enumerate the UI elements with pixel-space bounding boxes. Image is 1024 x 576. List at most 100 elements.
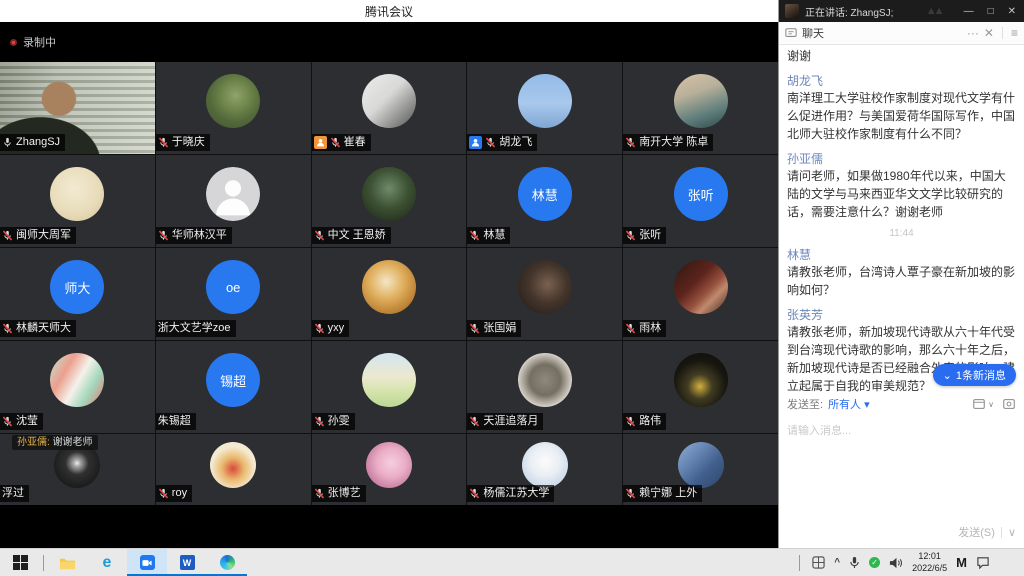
participant-tile[interactable]: 崔春 — [312, 62, 467, 154]
participant-name: 胡龙飞 — [499, 135, 532, 150]
taskbar: e W ^ ✓ 12:01 2022/6/5 M — [0, 548, 1024, 576]
chat-close-button[interactable]: ✕ — [984, 27, 994, 39]
chat-popout-button[interactable]: ∨ — [972, 397, 994, 411]
message-timestamp: 11:44 — [787, 228, 1016, 239]
chat-input-area[interactable]: 请输入消息... 发送(S) ∨ — [779, 416, 1024, 548]
start-button[interactable] — [0, 549, 40, 576]
taskbar-clock[interactable]: 12:01 2022/6/5 — [912, 551, 947, 574]
close-window-button[interactable]: ✕ — [1008, 6, 1016, 17]
taskbar-word[interactable]: W — [167, 549, 207, 576]
chat-menu-button[interactable]: ≡ — [1011, 27, 1018, 39]
participant-name-label: 南开大学 陈卓 — [623, 134, 713, 151]
meeting-title: 腾讯会议 — [365, 3, 413, 20]
ime-grid-icon[interactable] — [812, 556, 825, 569]
taskbar-ie-edge-legacy[interactable]: e — [87, 549, 127, 576]
participant-tile[interactable]: 胡龙飞 — [467, 62, 622, 154]
participant-name: 南开大学 陈卓 — [639, 135, 708, 150]
participant-name-label: 于晓庆 — [156, 134, 210, 151]
participant-name-label: 雨林 — [623, 320, 666, 337]
participant-tile[interactable]: 师大 林麟天师大 — [0, 248, 155, 340]
avatar — [50, 167, 104, 221]
participant-tile[interactable]: 华师林汉平 — [156, 155, 311, 247]
participant-tile[interactable]: 孙亚儒: 谢谢老师浮过 — [0, 434, 155, 505]
mic-muted-icon — [330, 137, 341, 148]
ime-indicator[interactable]: M — [956, 555, 967, 570]
mic-muted-icon — [2, 416, 13, 427]
taskbar-edge[interactable] — [207, 549, 247, 576]
participant-tile[interactable]: 张博艺 — [312, 434, 467, 505]
chat-more-button[interactable]: ··· — [967, 27, 979, 39]
participant-tile[interactable]: 闽师大周军 — [0, 155, 155, 247]
bullet-chat-overlay: 孙亚儒: 谢谢老师 — [12, 435, 98, 450]
taskbar-file-explorer[interactable] — [47, 549, 87, 576]
maximize-button[interactable]: □ — [988, 6, 994, 17]
send-to-selector[interactable]: 所有人 ▾ — [828, 396, 870, 412]
participant-tile[interactable]: 锡超朱锡超 — [156, 341, 311, 433]
message-sender: 林慧 — [787, 246, 1016, 263]
blue-person-badge — [469, 136, 482, 149]
taskbar-tencent-meeting[interactable] — [127, 549, 167, 576]
participant-name-label: 沈莹 — [0, 413, 43, 430]
person-icon — [471, 138, 480, 147]
participant-tile[interactable]: 赖宁娜 上外 — [623, 434, 778, 505]
participant-name-label: 赖宁娜 上外 — [623, 485, 702, 502]
send-to-label: 发送至: — [787, 396, 823, 412]
avatar — [50, 353, 104, 407]
participant-tile[interactable]: 沈莹 — [0, 341, 155, 433]
participant-tile[interactable]: ZhangSJ — [0, 62, 155, 154]
participant-tile[interactable]: 张国娟 — [467, 248, 622, 340]
participant-name-label: 胡龙飞 — [467, 134, 537, 151]
participant-name-label: 孙雯 — [312, 413, 355, 430]
screenshot-icon[interactable] — [1002, 397, 1016, 411]
new-message-pill[interactable]: ⌄ 1条新消息 — [933, 364, 1016, 386]
avatar — [674, 353, 728, 407]
send-options-caret-icon[interactable]: ∨ — [1008, 526, 1016, 539]
caret-down-icon: ▾ — [864, 399, 870, 411]
participant-tile[interactable]: yxy — [312, 248, 467, 340]
mic-muted-icon — [625, 230, 636, 241]
caret-down-icon: ∨ — [988, 400, 994, 409]
participant-tile[interactable]: 天涯追落月 — [467, 341, 622, 433]
participant-name-label: 张听 — [623, 227, 666, 244]
participant-name: 中文 王恩娇 — [328, 228, 386, 243]
volume-tray-icon[interactable] — [889, 557, 903, 569]
speaking-banner: 正在讲话: ZhangSJ; — [805, 4, 893, 19]
mic-muted-icon — [314, 230, 325, 241]
participant-tile[interactable]: roy — [156, 434, 311, 505]
chat-message-list[interactable]: 谢谢胡龙飞南洋理工大学驻校作家制度对现代文学有什么促进作用？与美国爱荷华国际写作… — [779, 45, 1024, 392]
participant-tile[interactable]: 杨儒江苏大学 — [467, 434, 622, 505]
participant-name-label: 林慧 — [467, 227, 510, 244]
minimize-button[interactable]: — — [964, 6, 974, 17]
participant-name: 于晓庆 — [172, 135, 205, 150]
microphone-tray-icon[interactable] — [849, 556, 860, 569]
avatar — [366, 442, 412, 488]
participant-tile[interactable]: 南开大学 陈卓 — [623, 62, 778, 154]
recording-dot-icon — [10, 39, 17, 46]
tray-expand-chevron[interactable]: ^ — [834, 557, 840, 568]
participant-name: 天涯追落月 — [483, 414, 538, 429]
participant-name-label: 林麟天师大 — [0, 320, 76, 337]
mic-muted-icon — [469, 488, 480, 499]
participant-tile[interactable]: 中文 王恩娇 — [312, 155, 467, 247]
chat-input-placeholder: 请输入消息... — [787, 422, 1016, 438]
avatar — [674, 74, 728, 128]
participant-tile[interactable]: 林慧 林慧 — [467, 155, 622, 247]
speaker-avatar — [785, 4, 799, 18]
participant-tile[interactable]: 路伟 — [623, 341, 778, 433]
participant-tile[interactable]: 孙雯 — [312, 341, 467, 433]
send-button[interactable]: 发送(S) ∨ — [958, 524, 1016, 540]
chat-window-titlebar[interactable]: 正在讲话: ZhangSJ; ▲▲ — □ ✕ — [779, 0, 1024, 22]
chat-window: 正在讲话: ZhangSJ; ▲▲ — □ ✕ 聊天 ··· ✕ ≡ 谢谢胡龙飞… — [778, 0, 1024, 548]
action-center-icon[interactable] — [976, 556, 990, 569]
divider — [1002, 27, 1003, 39]
participant-tile[interactable]: oe浙大文艺学zoe — [156, 248, 311, 340]
participant-tile[interactable]: 于晓庆 — [156, 62, 311, 154]
participant-tile[interactable]: 张听 张听 — [623, 155, 778, 247]
mic-muted-icon — [469, 416, 480, 427]
security-tray-icon[interactable]: ✓ — [869, 557, 880, 568]
send-to-row: 发送至: 所有人 ▾ ∨ — [779, 392, 1024, 416]
recording-label: 录制中 — [23, 34, 56, 50]
tencent-meeting-icon — [140, 555, 155, 570]
participant-tile[interactable]: 雨林 — [623, 248, 778, 340]
participant-name: 浮过 — [2, 486, 24, 501]
